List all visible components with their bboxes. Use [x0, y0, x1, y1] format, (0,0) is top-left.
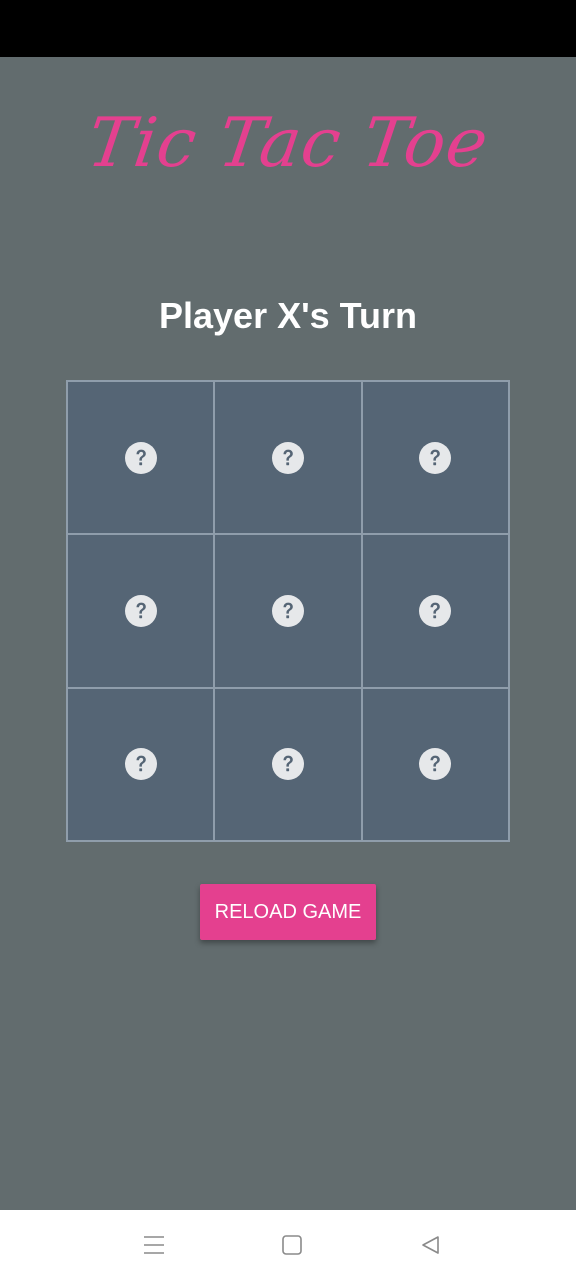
square-home-icon[interactable] — [274, 1227, 310, 1263]
menu-lines-icon[interactable] — [136, 1227, 172, 1263]
question-circle-icon — [124, 594, 158, 628]
board-cell-8[interactable] — [214, 687, 362, 841]
board-cell-6[interactable] — [361, 534, 509, 688]
board-cell-7[interactable] — [67, 687, 215, 841]
app-title: Tic Tac Toe — [82, 104, 494, 183]
question-circle-icon — [418, 441, 452, 475]
question-circle-icon — [271, 747, 305, 781]
status-bar — [0, 0, 576, 57]
board-cell-9[interactable] — [361, 687, 509, 841]
question-circle-icon — [418, 747, 452, 781]
turn-indicator: Player X's Turn — [159, 295, 417, 336]
question-circle-icon — [271, 594, 305, 628]
question-circle-icon — [271, 441, 305, 475]
question-circle-icon — [124, 441, 158, 475]
board-cell-3[interactable] — [361, 381, 509, 535]
game-board — [66, 380, 510, 842]
board-cell-2[interactable] — [214, 381, 362, 535]
system-nav-bar — [0, 1210, 576, 1280]
question-circle-icon — [418, 594, 452, 628]
board-cell-5[interactable] — [214, 534, 362, 688]
reload-game-button[interactable]: RELOAD GAME — [200, 884, 376, 940]
triangle-back-icon[interactable] — [412, 1227, 448, 1263]
board-cell-4[interactable] — [67, 534, 215, 688]
board-cell-1[interactable] — [67, 381, 215, 535]
question-circle-icon — [124, 747, 158, 781]
